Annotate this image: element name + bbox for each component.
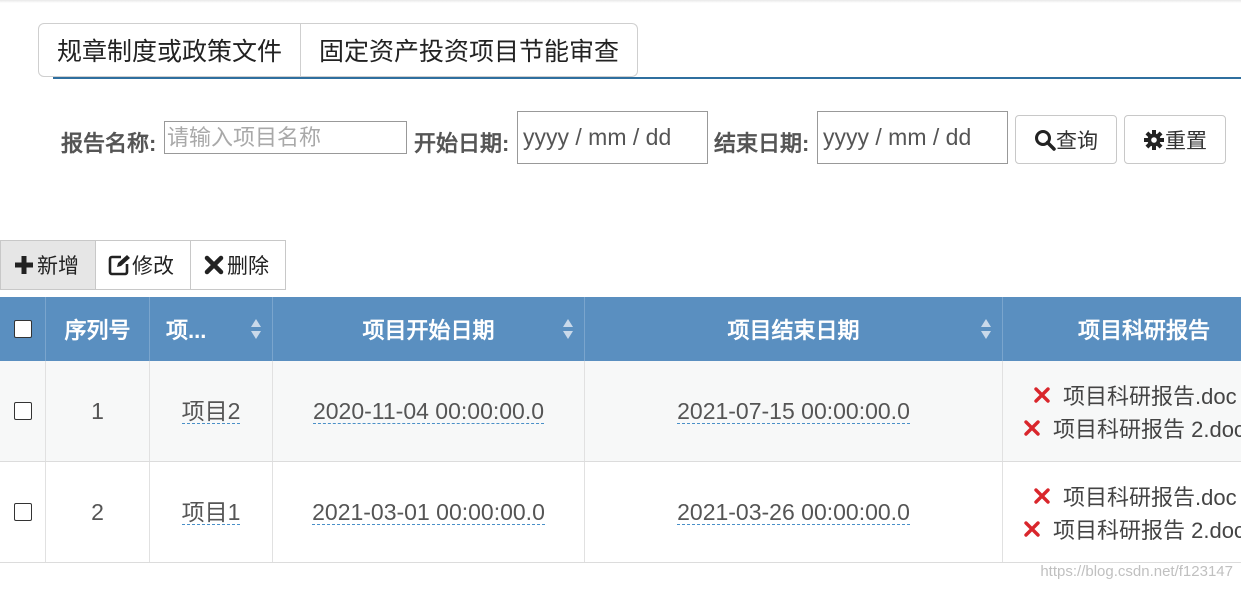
query-button-label: 查询: [1056, 129, 1098, 153]
tab-regulations[interactable]: 规章制度或政策文件: [38, 23, 302, 77]
row-select-cell: [0, 361, 46, 461]
header-end-date-label: 项目结束日期: [727, 318, 860, 343]
start-date-value: yyyy / mm / dd: [523, 124, 672, 150]
tab-underline: [53, 77, 1241, 79]
sort-icon[interactable]: [980, 318, 992, 340]
edit-button[interactable]: 修改: [96, 240, 191, 290]
header-start-date-label: 项目开始日期: [362, 318, 495, 343]
seq-value: 2: [91, 498, 104, 525]
row-checkbox[interactable]: [13, 503, 32, 521]
header-select-all-cell: [0, 297, 46, 361]
edit-button-label: 修改: [132, 255, 174, 278]
seq-cell: 1: [46, 361, 150, 461]
file-item: 项目科研报告 2.doc: [1003, 512, 1241, 545]
start-date-cell: 2021-03-01 00:00:00.0: [273, 462, 585, 562]
project-link[interactable]: 项目2: [181, 399, 241, 424]
row-select-cell: [0, 462, 46, 562]
watermark: https://blog.csdn.net/f123147: [1040, 563, 1233, 580]
end-date-cell: 2021-07-15 00:00:00.0: [585, 361, 1003, 461]
start-date-label: 开始日期:: [414, 131, 510, 156]
report-name-label: 报告名称:: [61, 131, 157, 156]
sort-icon[interactable]: [562, 318, 574, 340]
end-date-input[interactable]: yyyy / mm / dd: [817, 111, 1008, 164]
edit-icon: [108, 254, 130, 276]
start-date-input[interactable]: yyyy / mm / dd: [517, 111, 708, 164]
table-row: 1 项目2 2020-11-04 00:00:00.0 2021-07-15 0…: [0, 361, 1241, 462]
add-button[interactable]: 新增: [0, 240, 96, 290]
remove-file-icon[interactable]: [1031, 485, 1053, 507]
start-date-link[interactable]: 2020-11-04 00:00:00.0: [312, 399, 545, 424]
reset-button[interactable]: 重置: [1124, 115, 1226, 164]
header-end-date[interactable]: 项目结束日期: [585, 297, 1003, 361]
project-cell: 项目1: [150, 462, 273, 562]
remove-file-icon[interactable]: [1021, 518, 1043, 540]
top-edge-shadow: [0, 0, 1241, 3]
start-date-cell: 2020-11-04 00:00:00.0: [273, 361, 585, 461]
end-date-value: yyyy / mm / dd: [823, 124, 972, 150]
add-button-label: 新增: [37, 255, 79, 278]
file-item: 项目科研报告.doc: [1003, 378, 1241, 411]
remove-file-icon[interactable]: [1021, 417, 1043, 439]
report-table: 序列号 项... 项目开始日期 项目结束日期 项目科研报告 1 项目2 2020…: [0, 297, 1241, 563]
search-icon: [1034, 129, 1056, 151]
end-date-link[interactable]: 2021-07-15 00:00:00.0: [677, 399, 910, 424]
end-date-cell: 2021-03-26 00:00:00.0: [585, 462, 1003, 562]
start-date-link[interactable]: 2021-03-01 00:00:00.0: [312, 500, 545, 525]
file-name[interactable]: 项目科研报告.doc: [1063, 480, 1237, 512]
tab-energy-review[interactable]: 固定资产投资项目节能审查: [301, 23, 639, 77]
gear-icon: [1143, 129, 1165, 151]
remove-file-icon[interactable]: [1031, 384, 1053, 406]
header-report-label: 项目科研报告: [1077, 318, 1210, 343]
delete-button[interactable]: 删除: [191, 240, 286, 290]
file-item: 项目科研报告.doc: [1003, 479, 1241, 512]
file-item: 项目科研报告 2.doc: [1003, 411, 1241, 444]
table-row: 2 项目1 2021-03-01 00:00:00.0 2021-03-26 0…: [0, 462, 1241, 563]
reset-button-label: 重置: [1165, 129, 1207, 153]
plus-icon: [13, 254, 35, 276]
header-start-date[interactable]: 项目开始日期: [273, 297, 585, 361]
project-cell: 项目2: [150, 361, 273, 461]
select-all-checkbox[interactable]: [13, 320, 32, 338]
seq-value: 1: [91, 397, 104, 424]
end-date-link[interactable]: 2021-03-26 00:00:00.0: [677, 500, 910, 525]
header-project[interactable]: 项...: [150, 297, 273, 361]
header-seq-label: 序列号: [64, 318, 131, 343]
report-files-cell: 项目科研报告.doc 项目科研报告 2.doc: [1003, 462, 1241, 562]
project-link[interactable]: 项目1: [181, 500, 241, 525]
row-checkbox[interactable]: [13, 402, 32, 420]
sort-icon[interactable]: [250, 318, 262, 340]
close-icon: [203, 254, 225, 276]
table-header: 序列号 项... 项目开始日期 项目结束日期 项目科研报告: [0, 297, 1241, 361]
end-date-label: 结束日期:: [714, 131, 810, 156]
category-tabs: 规章制度或政策文件 固定资产投资项目节能审查: [38, 23, 639, 77]
header-project-label: 项...: [166, 318, 207, 343]
report-files-cell: 项目科研报告.doc 项目科研报告 2.doc: [1003, 361, 1241, 461]
seq-cell: 2: [46, 462, 150, 562]
header-report: 项目科研报告: [1003, 297, 1241, 361]
query-button[interactable]: 查询: [1015, 115, 1117, 164]
action-toolbar: 新增 修改 删除: [0, 240, 286, 290]
file-name[interactable]: 项目科研报告 2.doc: [1053, 412, 1241, 444]
file-name[interactable]: 项目科研报告 2.doc: [1053, 513, 1241, 545]
delete-button-label: 删除: [227, 255, 269, 278]
header-seq: 序列号: [46, 297, 150, 361]
report-name-input[interactable]: [164, 121, 407, 154]
file-name[interactable]: 项目科研报告.doc: [1063, 379, 1237, 411]
